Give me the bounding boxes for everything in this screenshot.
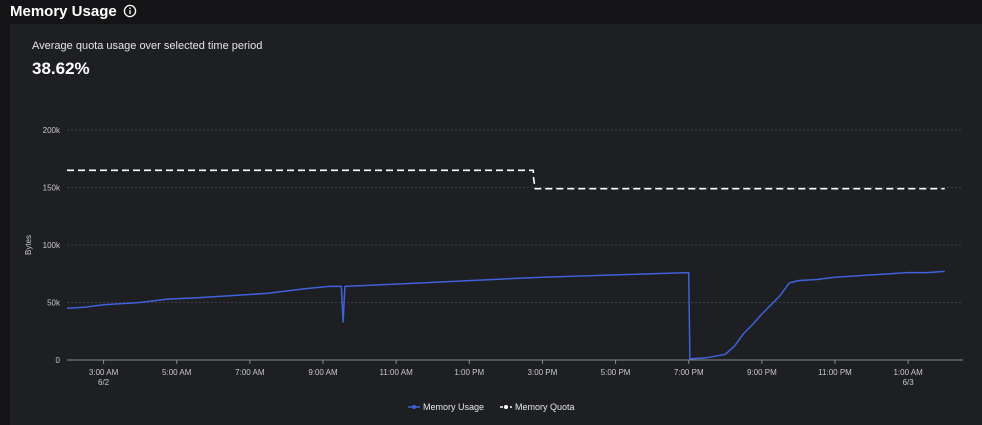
y-axis-label: Bytes	[24, 235, 33, 255]
memory-quota-legend-marker	[504, 405, 508, 409]
x-tick-label: 5:00 PM	[601, 368, 631, 377]
x-tick-label: 11:00 PM	[818, 368, 852, 377]
memory-usage-legend-marker	[412, 405, 416, 409]
x-tick-label: 1:00 PM	[454, 368, 484, 377]
y-tick-label: 200k	[43, 126, 61, 135]
x-tick-sublabel: 6/2	[98, 378, 110, 387]
memory-quota-line	[67, 169, 945, 190]
memory-usage-legend-label[interactable]: Memory Usage	[423, 402, 484, 412]
x-tick-label: 7:00 PM	[674, 368, 704, 377]
memory-quota-legend-label[interactable]: Memory Quota	[515, 402, 575, 412]
x-tick-sublabel: 6/3	[903, 378, 915, 387]
info-circle-icon[interactable]	[123, 4, 137, 18]
memory-usage-chart[interactable]: 0 50k 100k 150k 200k Bytes 3:00 AM6/2 5:00 AM 7:…	[10, 24, 982, 425]
panel-header: Memory Usage	[10, 0, 137, 22]
memory-usage-line	[66, 270, 945, 360]
y-tick-label: 100k	[43, 241, 61, 250]
x-tick-label: 9:00 AM	[308, 368, 338, 377]
x-tick-label: 7:00 AM	[235, 368, 265, 377]
panel-title: Memory Usage	[10, 2, 117, 20]
x-tick-label: 5:00 AM	[162, 368, 192, 377]
chart-panel: Average quota usage over selected time p…	[10, 24, 982, 425]
y-tick-label: 50k	[47, 299, 61, 308]
x-tick-label: 3:00 AM	[89, 368, 119, 377]
x-tick-label: 3:00 PM	[528, 368, 558, 377]
x-tick-label: 9:00 PM	[747, 368, 777, 377]
x-tick-label: 11:00 AM	[380, 368, 414, 377]
x-tick-label: 1:00 AM	[893, 368, 923, 377]
y-tick-label: 0	[56, 356, 61, 365]
y-tick-label: 150k	[43, 184, 61, 193]
